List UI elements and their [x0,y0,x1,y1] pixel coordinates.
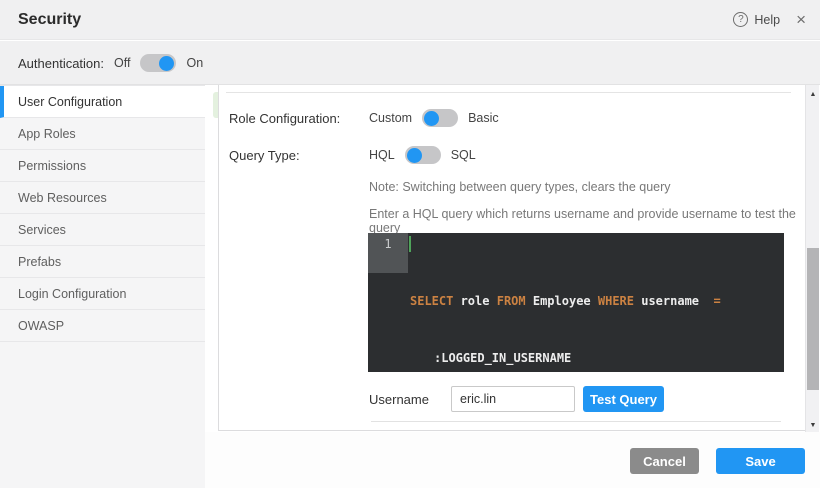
help-icon: ? [733,12,748,27]
scroll-up-icon[interactable]: ▲ [806,87,820,101]
text-caret [409,236,411,252]
sidebar-item-label: Permissions [18,159,86,173]
hql-query-editor[interactable]: 1 SELECT role FROM Employee WHERE userna… [368,233,784,372]
sidebar-item-web-resources[interactable]: Web Resources [0,182,205,214]
toggle-knob [407,148,422,163]
sidebar-item-label: OWASP [18,319,64,333]
save-button[interactable]: Save [716,448,805,474]
query-hql-label: HQL [369,148,395,162]
sql-parameter: :LOGGED_IN_USERNAME [434,351,571,365]
sidebar-item-services[interactable]: Services [0,214,205,246]
help-button[interactable]: ? Help [733,12,780,27]
sql-identifier: role [453,294,496,308]
sidebar-item-label: User Configuration [18,95,122,109]
sidebar-item-prefabs[interactable]: Prefabs [0,246,205,278]
sidebar-item-user-configuration[interactable]: User Configuration [0,86,205,118]
auth-on-label: On [186,56,203,70]
sidebar-item-label: Services [18,223,66,237]
vertical-scrollbar[interactable]: ▲ ▼ [805,85,819,434]
settings-sidebar: User Configuration App Roles Permissions… [0,85,205,488]
sidebar-item-owasp[interactable]: OWASP [0,310,205,342]
role-configuration-toggle[interactable] [422,109,458,127]
user-configuration-panel: Role Configuration: Custom Basic Query T… [218,85,805,431]
sql-keyword: WHERE [598,294,634,308]
query-type-label: Query Type: [229,148,369,163]
sql-identifier: username [634,294,706,308]
cancel-button[interactable]: Cancel [630,448,699,474]
authentication-label: Authentication: [18,56,104,71]
sql-identifier: Employee [526,294,598,308]
sql-keyword: FROM [497,294,526,308]
sidebar-item-label: Prefabs [18,255,61,269]
role-custom-label: Custom [369,111,412,125]
toggle-knob [159,56,174,71]
scroll-down-icon[interactable]: ▼ [806,418,820,432]
sidebar-item-permissions[interactable]: Permissions [0,150,205,182]
toggle-knob [424,111,439,126]
sidebar-item-label: Login Configuration [18,287,126,301]
editor-code-area[interactable]: SELECT role FROM Employee WHERE username… [408,233,727,372]
window-header: Security ? Help × [0,0,820,40]
page-title: Security [18,11,81,29]
username-input[interactable] [451,386,575,412]
authentication-toggle[interactable] [140,54,176,72]
authentication-bar: Authentication: Off On ✓ Tested query su… [0,41,820,85]
query-sql-label: SQL [451,148,476,162]
query-instruction: Enter a HQL query which returns username… [369,207,805,235]
editor-gutter: 1 [368,233,408,372]
auth-off-label: Off [114,56,130,70]
sidebar-item-label: App Roles [18,127,76,141]
sidebar-item-app-roles[interactable]: App Roles [0,118,205,150]
sidebar-item-login-configuration[interactable]: Login Configuration [0,278,205,310]
code-line-1: SELECT role FROM Employee WHERE username… [410,292,721,311]
help-label: Help [754,13,780,27]
role-basic-label: Basic [468,111,499,125]
editor-line-number: 1 [368,233,408,273]
sidebar-item-label: Web Resources [18,191,107,205]
section-divider [371,421,781,422]
role-configuration-label: Role Configuration: [229,111,369,126]
query-type-toggle[interactable] [405,146,441,164]
code-line-2: :LOGGED_IN_USERNAME [410,349,721,368]
sql-operator: = [706,294,720,308]
sql-keyword: SELECT [410,294,453,308]
dialog-footer: Cancel Save [205,432,820,488]
close-icon[interactable]: × [796,11,806,28]
query-switch-note: Note: Switching between query types, cle… [369,180,671,194]
scrollbar-thumb[interactable] [807,248,819,390]
section-divider [226,92,791,93]
username-label: Username [369,392,451,407]
test-query-button[interactable]: Test Query [583,386,664,412]
